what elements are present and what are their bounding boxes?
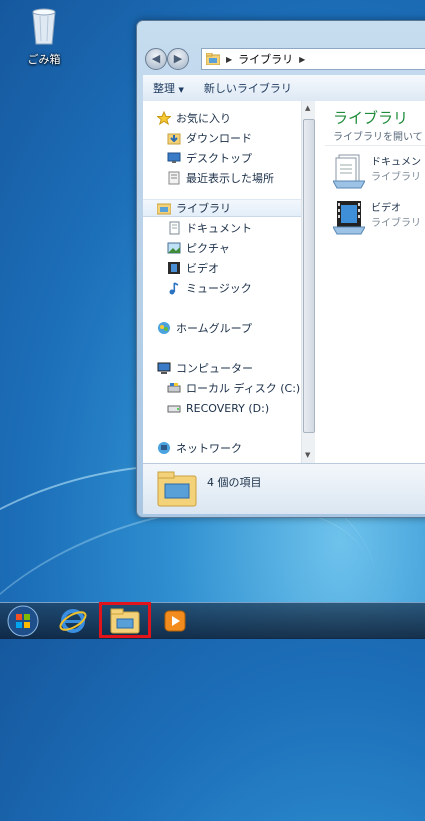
- nav-favorites[interactable]: お気に入り: [156, 109, 231, 127]
- details-pane: 4 個の項目: [143, 463, 425, 514]
- nav-desktop-label: デスクトップ: [186, 152, 252, 165]
- breadcrumb-libraries[interactable]: ライブラリ: [238, 51, 293, 67]
- nav-favorites-label: お気に入り: [176, 112, 231, 125]
- nav-libraries-label: ライブラリ: [176, 202, 231, 215]
- nav-recent-places[interactable]: 最近表示した場所: [167, 169, 274, 187]
- nav-downloads[interactable]: ダウンロード: [167, 129, 252, 147]
- organize-label: 整理: [153, 82, 175, 95]
- internet-explorer-icon: [59, 609, 87, 633]
- documents-icon: [167, 221, 181, 235]
- library-folder-icon: [156, 201, 172, 215]
- nav-documents[interactable]: ドキュメント: [167, 219, 252, 237]
- nav-recent-label: 最近表示した場所: [186, 172, 274, 185]
- forward-button[interactable]: ▶: [167, 48, 189, 70]
- nav-music-label: ミュージック: [186, 282, 252, 295]
- library-folder-icon: [206, 53, 220, 65]
- nav-desktop[interactable]: デスクトップ: [167, 149, 252, 167]
- star-icon: [156, 110, 172, 126]
- taskbar-internet-explorer[interactable]: [48, 605, 98, 637]
- nav-homegroup-label: ホームグループ: [176, 322, 253, 335]
- scroll-up-icon[interactable]: ▲: [305, 104, 310, 112]
- music-note-icon: [167, 281, 181, 295]
- taskbar: [0, 602, 425, 639]
- content-divider: [325, 145, 425, 146]
- hard-drive-icon: [167, 381, 181, 395]
- library-item-type: ライブラリ: [371, 218, 421, 229]
- back-button[interactable]: ◀: [145, 48, 167, 70]
- nav-network[interactable]: ネットワーク: [157, 439, 242, 457]
- recycle-bin-label: ごみ箱: [27, 53, 61, 66]
- media-player-icon: [164, 610, 186, 632]
- forward-arrow-icon: ▶: [173, 52, 183, 65]
- pictures-icon: [167, 241, 181, 255]
- nav-libraries[interactable]: ライブラリ: [143, 199, 301, 217]
- start-orb-icon: [7, 605, 39, 637]
- nav-downloads-label: ダウンロード: [186, 132, 252, 145]
- back-arrow-icon: ◀: [151, 52, 161, 65]
- pane-area: お気に入り ダウンロード デスクトップ 最近表示した場所 ライブラリ ドキュメン…: [143, 101, 425, 463]
- content-subtitle: ライブラリを開いて: [333, 132, 423, 143]
- recycle-bin-shortcut[interactable]: ごみ箱: [18, 6, 70, 67]
- content-title: ライブラリ: [333, 109, 409, 127]
- nav-music[interactable]: ミュージック: [167, 279, 252, 297]
- library-folder-large-icon: [157, 471, 197, 507]
- videos-library-icon: [333, 201, 365, 235]
- nav-computer-label: コンピューター: [176, 362, 253, 375]
- desktop-icon: [167, 151, 181, 165]
- nav-recovery-label: RECOVERY (D:): [186, 401, 270, 415]
- videos-icon: [167, 261, 181, 275]
- computer-icon: [157, 361, 171, 375]
- address-bar[interactable]: ▶ ライブラリ ▶: [201, 48, 425, 70]
- nav-network-label: ネットワーク: [176, 442, 242, 455]
- library-item-name: ドキュメン: [371, 157, 421, 168]
- new-library-button[interactable]: 新しいライブラリ: [194, 80, 302, 96]
- organize-button[interactable]: 整理 ▼: [143, 80, 194, 96]
- command-bar: 整理 ▼ 新しいライブラリ: [143, 75, 425, 102]
- nav-pane-scrollbar[interactable]: ▲ ▼: [301, 101, 315, 463]
- nav-local-disk[interactable]: ローカル ディスク (C:): [167, 379, 300, 397]
- item-count: 4 個の項目: [207, 476, 262, 489]
- nav-homegroup[interactable]: ホームグループ: [157, 319, 252, 337]
- explorer-window: ◀ ▶ ▶ ライブラリ ▶ 整理 ▼ 新しいライブラリ お気に入り ダウンロード…: [136, 20, 425, 518]
- breadcrumb-separator-icon: ▶: [226, 54, 233, 64]
- address-row: ◀ ▶ ▶ ライブラリ ▶: [143, 46, 425, 70]
- chevron-down-icon: ▼: [178, 86, 184, 94]
- library-item-type: ライブラリ: [371, 172, 421, 183]
- taskbar-media-player[interactable]: [150, 605, 200, 637]
- library-item-videos[interactable]: ビデオ ライブラリ: [333, 199, 421, 235]
- nav-documents-label: ドキュメント: [186, 222, 252, 235]
- library-item-name: ビデオ: [371, 203, 401, 214]
- scroll-down-icon[interactable]: ▼: [305, 451, 310, 459]
- breadcrumb-separator-icon[interactable]: ▶: [299, 55, 305, 64]
- start-button[interactable]: [0, 605, 48, 637]
- drive-icon: [167, 401, 181, 415]
- nav-pictures-label: ピクチャ: [186, 242, 230, 255]
- content-pane: ライブラリ ライブラリを開いて ドキュメン ライブラリ ビデオ ライブラリ: [315, 101, 425, 463]
- taskbar-highlight-box: [99, 602, 151, 638]
- nav-computer[interactable]: コンピューター: [157, 359, 253, 377]
- documents-library-icon: [333, 154, 365, 189]
- scrollbar-thumb[interactable]: [303, 119, 315, 433]
- recycle-bin-icon: [32, 8, 56, 45]
- nav-videos[interactable]: ビデオ: [167, 259, 219, 277]
- nav-videos-label: ビデオ: [186, 262, 219, 275]
- network-icon: [157, 441, 171, 455]
- nav-pictures[interactable]: ピクチャ: [167, 239, 230, 257]
- nav-local-disk-label: ローカル ディスク (C:): [186, 382, 301, 395]
- recent-places-icon: [167, 171, 181, 185]
- nav-recovery-drive[interactable]: RECOVERY (D:): [167, 399, 269, 417]
- library-item-documents[interactable]: ドキュメンライブラリ: [333, 153, 421, 189]
- downloads-folder-icon: [167, 131, 181, 145]
- navigation-pane[interactable]: お気に入り ダウンロード デスクトップ 最近表示した場所 ライブラリ ドキュメン…: [143, 101, 302, 463]
- homegroup-icon: [157, 321, 171, 335]
